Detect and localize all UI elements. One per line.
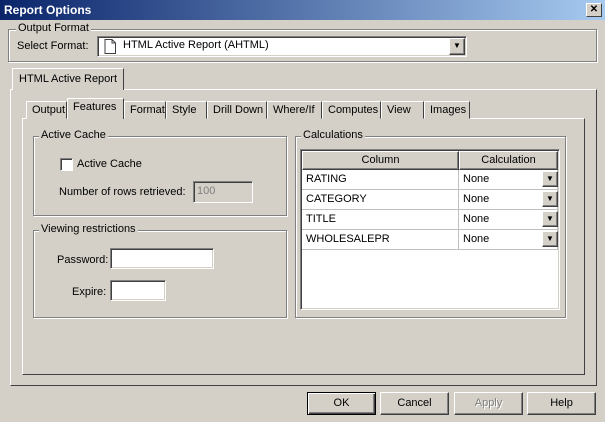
calculations-grid: Column Calculation RATING None ▼ CATEGOR… (300, 149, 560, 310)
output-format-group-label: Output Format (16, 22, 91, 35)
column-header[interactable]: Column (302, 151, 459, 170)
active-cache-group (33, 136, 287, 216)
active-cache-checkbox-label: Active Cache (77, 158, 142, 170)
calculation-header-label: Calculation (481, 154, 536, 166)
help-button-label: Help (550, 397, 573, 409)
tab-drill-down[interactable]: Drill Down (207, 101, 267, 119)
rows-retrieved-input[interactable]: 100 (193, 181, 253, 203)
apply-button-label: Apply (474, 397, 503, 409)
tab-where-if[interactable]: Where/If (267, 101, 322, 119)
tab-style-label: Style (172, 104, 197, 116)
viewing-restrictions-group-label: Viewing restrictions (39, 223, 138, 236)
tab-view[interactable]: View (381, 101, 424, 119)
title-bar: Report Options (0, 0, 605, 20)
viewing-restrictions-group (33, 230, 287, 318)
window-title: Report Options (4, 3, 92, 17)
chevron-down-icon: ▼ (546, 194, 554, 203)
calculation-dropdown-button[interactable]: ▼ (542, 231, 558, 247)
format-select-dropdown-button[interactable]: ▼ (449, 38, 465, 55)
tab-format[interactable]: Format (124, 101, 166, 119)
chevron-down-icon: ▼ (546, 174, 554, 183)
column-header-label: Column (361, 154, 400, 166)
ok-button-label: OK (333, 397, 350, 409)
rows-retrieved-label: Number of rows retrieved: (59, 186, 186, 198)
calculation-cell-value: None (463, 193, 490, 205)
select-format-label: Select Format: (17, 40, 89, 52)
rows-retrieved-value: 100 (197, 185, 216, 197)
active-cache-checkbox[interactable] (60, 158, 73, 171)
close-button[interactable]: ✕ (586, 3, 602, 17)
tab-drill-down-label: Drill Down (213, 104, 264, 116)
table-row-column-cell[interactable]: RATING (302, 170, 459, 190)
tab-images-label: Images (430, 104, 467, 116)
expire-input[interactable] (110, 280, 166, 301)
tab-features[interactable]: Features (67, 98, 124, 119)
calculation-cell-value: None (463, 213, 490, 225)
tab-html-active-report-label: HTML Active Report (19, 73, 118, 85)
calculation-dropdown-button[interactable]: ▼ (542, 191, 558, 207)
tab-computes-label: Computes (328, 104, 379, 116)
tab-style[interactable]: Style (166, 101, 207, 119)
tab-html-active-report[interactable]: HTML Active Report (12, 68, 125, 90)
apply-button[interactable]: Apply (454, 392, 523, 415)
help-button[interactable]: Help (527, 392, 596, 415)
close-icon: ✕ (589, 4, 599, 15)
tab-images[interactable]: Images (424, 101, 470, 119)
chevron-down-icon: ▼ (546, 214, 554, 223)
column-cell-value: WHOLESALEPR (306, 233, 390, 245)
chevron-down-icon: ▼ (546, 234, 554, 243)
calculation-cell-value: None (463, 233, 490, 245)
column-cell-value: CATEGORY (306, 193, 367, 205)
table-row-column-cell[interactable]: WHOLESALEPR (302, 230, 459, 250)
column-cell-value: TITLE (306, 213, 336, 225)
calculation-dropdown-button[interactable]: ▼ (542, 171, 558, 187)
expire-label: Expire: (72, 286, 107, 298)
calculation-dropdown-button[interactable]: ▼ (542, 211, 558, 227)
table-row-column-cell[interactable]: TITLE (302, 210, 459, 230)
tab-computes[interactable]: Computes (322, 101, 381, 119)
cancel-button[interactable]: Cancel (380, 392, 449, 415)
calculation-cell-value: None (463, 173, 490, 185)
ok-button[interactable]: OK (307, 392, 376, 415)
tab-output[interactable]: Output (26, 101, 67, 119)
cancel-button-label: Cancel (397, 397, 432, 409)
format-select[interactable]: HTML Active Report (AHTML) ▼ (97, 36, 467, 57)
tab-where-if-label: Where/If (273, 104, 315, 116)
calculations-group-label: Calculations (301, 129, 365, 142)
active-cache-group-label: Active Cache (39, 129, 108, 142)
chevron-down-icon: ▼ (453, 41, 461, 50)
password-input[interactable] (110, 248, 214, 269)
column-cell-value: RATING (306, 173, 347, 185)
tab-view-label: View (387, 104, 411, 116)
calculation-header[interactable]: Calculation (459, 151, 558, 170)
password-label: Password: (57, 254, 109, 266)
tab-format-label: Format (130, 104, 165, 116)
format-select-value: HTML Active Report (AHTML) (123, 39, 269, 51)
tab-features-label: Features (73, 101, 117, 113)
table-row-column-cell[interactable]: CATEGORY (302, 190, 459, 210)
tab-output-label: Output (32, 104, 66, 116)
document-icon (104, 39, 116, 54)
